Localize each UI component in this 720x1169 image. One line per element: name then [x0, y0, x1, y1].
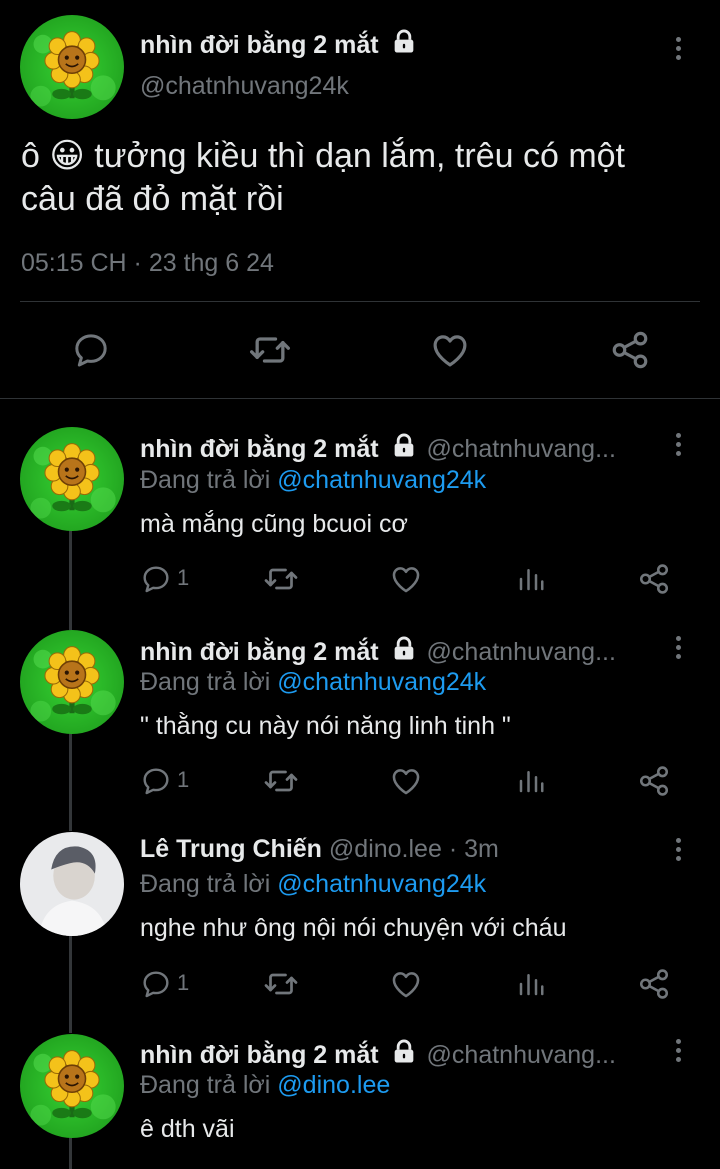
reply-count: 1	[177, 970, 190, 995]
lock-icon	[390, 635, 418, 663]
replying-to-link[interactable]: @chatnhuvang24k	[277, 466, 486, 494]
views-icon[interactable]	[516, 564, 546, 594]
lock-icon	[390, 28, 418, 56]
retweet-icon[interactable]	[263, 561, 299, 597]
reply-handle[interactable]: @chatnhuvang...	[427, 435, 616, 463]
more-icon[interactable]	[673, 838, 683, 865]
share-icon[interactable]	[637, 562, 671, 596]
main-tweet-handle[interactable]: @chatnhuvang24k	[140, 72, 349, 101]
replying-to-label: Đang trả lời	[140, 466, 271, 494]
reply-avatar[interactable]	[20, 832, 124, 936]
replying-to-link[interactable]: @chatnhuvang24k	[277, 870, 486, 898]
reply-count: 1	[177, 767, 190, 792]
divider	[0, 398, 720, 399]
replying-to-label: Đang trả lời	[140, 668, 271, 696]
main-tweet-display-name[interactable]: nhìn đời bằng 2 mắt	[140, 31, 379, 59]
retweet-icon[interactable]	[263, 966, 299, 1002]
like-icon[interactable]	[389, 562, 423, 596]
reply-timestamp[interactable]: · 3m	[449, 835, 499, 863]
reply-icon[interactable]	[140, 765, 172, 797]
reply-display-name[interactable]: nhìn đời bằng 2 mắt	[140, 1041, 379, 1069]
reply-icon[interactable]	[140, 563, 172, 595]
more-icon[interactable]	[673, 1039, 683, 1066]
reply-avatar[interactable]	[20, 630, 124, 734]
replying-to-link[interactable]: @dino.lee	[277, 1071, 390, 1099]
main-tweet-timestamp[interactable]: 05:15 CH · 23 thg 6 24	[21, 249, 274, 278]
like-icon[interactable]	[429, 329, 471, 371]
like-icon[interactable]	[389, 764, 423, 798]
reply-avatar[interactable]	[20, 1034, 124, 1138]
share-icon[interactable]	[637, 764, 671, 798]
replying-to-label: Đang trả lời	[140, 1071, 271, 1099]
replying-to-link[interactable]: @chatnhuvang24k	[277, 668, 486, 696]
more-icon[interactable]	[673, 37, 683, 64]
views-icon[interactable]	[516, 766, 546, 796]
share-icon[interactable]	[609, 329, 651, 371]
retweet-icon[interactable]	[263, 763, 299, 799]
reply-count: 1	[177, 565, 190, 590]
reply-display-name[interactable]: nhìn đời bằng 2 mắt	[140, 638, 379, 666]
thread-line	[69, 522, 72, 630]
reply-text: ê dth vãi	[140, 1115, 235, 1143]
like-icon[interactable]	[389, 967, 423, 1001]
reply-handle[interactable]: @chatnhuvang...	[427, 1041, 616, 1069]
thread-line	[69, 733, 72, 831]
reply-display-name[interactable]: nhìn đời bằng 2 mắt	[140, 435, 379, 463]
share-icon[interactable]	[637, 967, 671, 1001]
main-tweet-text: ô 😀 tưởng kiều thì dạn lắm, trêu có một …	[21, 137, 625, 218]
more-icon[interactable]	[673, 433, 683, 460]
more-icon[interactable]	[673, 636, 683, 663]
views-icon[interactable]	[516, 969, 546, 999]
reply-text: " thằng cu này nói năng linh tinh "	[140, 712, 511, 740]
reply-avatar[interactable]	[20, 427, 124, 531]
reply-icon[interactable]	[140, 968, 172, 1000]
thread-line	[69, 1137, 72, 1169]
reply-text: nghe như ông nội nói chuyện với cháu	[140, 914, 567, 942]
retweet-icon[interactable]	[248, 328, 292, 372]
reply-text: mà mắng cũng bcuoi cơ	[140, 510, 408, 538]
thread-line	[69, 935, 72, 1033]
reply-display-name[interactable]: Lê Trung Chiến	[140, 835, 322, 863]
reply-handle[interactable]: @chatnhuvang...	[427, 638, 616, 666]
lock-icon	[390, 1038, 418, 1066]
replying-to-label: Đang trả lời	[140, 870, 271, 898]
lock-icon	[390, 432, 418, 460]
main-tweet-avatar[interactable]	[20, 15, 124, 119]
divider	[20, 301, 700, 302]
reply-icon[interactable]	[71, 330, 111, 370]
reply-handle[interactable]: @dino.lee	[329, 835, 442, 863]
